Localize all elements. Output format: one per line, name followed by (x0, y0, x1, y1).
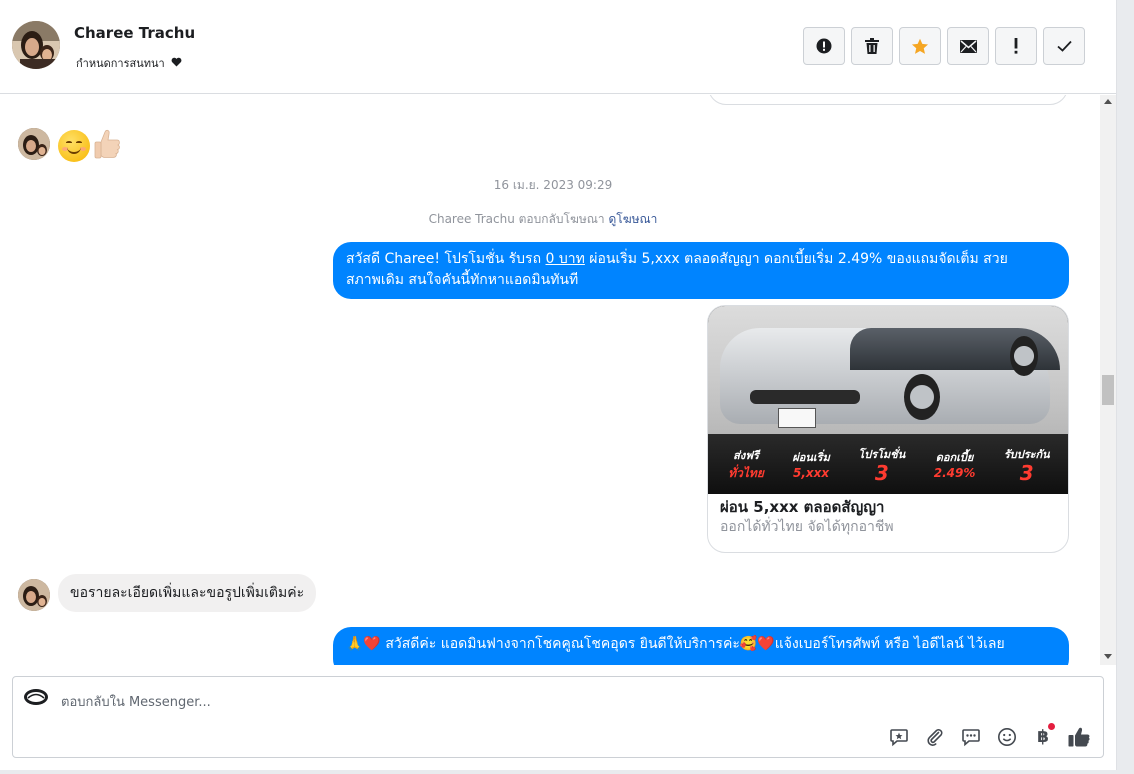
smile-emoji-icon (58, 130, 90, 162)
promo-item: รับประกัน 3 (1004, 445, 1050, 483)
reply-input[interactable]: ตอบกลับใน Messenger... (61, 691, 211, 712)
page-logo (23, 687, 49, 707)
like-icon[interactable] (1067, 725, 1091, 749)
trash-icon (865, 38, 879, 54)
alert-circle-icon (816, 38, 832, 54)
composer-tools: ฿ (887, 723, 1091, 749)
promo-value: 2.49% (933, 466, 976, 480)
emoji-icon[interactable] (995, 725, 1019, 749)
thumbs-up-emoji-icon (92, 128, 122, 164)
quick-reply-icon[interactable] (959, 725, 983, 749)
message-underlined-text: 0 บาท (545, 251, 585, 267)
contact-avatar-small (18, 128, 50, 160)
promo-value: 5,xxx (793, 466, 830, 480)
header-actions (803, 27, 1085, 65)
incoming-message: ขอรายละเอียดเพิ่มและขอรูปเพิ่มเติมค่ะ (58, 574, 317, 612)
saved-reply-icon[interactable] (887, 725, 911, 749)
assign-label: กำหนดการสนทนา (76, 57, 165, 70)
baht-symbol: ฿ (1037, 727, 1049, 747)
promo-value: ทั่วไทย (728, 465, 764, 480)
message-text: ผ่อนเริ่ม 5,xxx ตลอดสัญญา ดอกเบี้ยเริ่ม … (584, 251, 1008, 267)
ad-image: ส่งฟรี ทั่วไทย ผ่อนเริ่ม 5,xxx โปรโมชั่น… (708, 306, 1068, 494)
exclamation-icon (1014, 38, 1018, 54)
conversation-header: Charee Trachu กำหนดการสนทนา (0, 0, 1116, 94)
promo-item: โปรโมชั่น 3 (858, 445, 905, 483)
assign-conversation-dropdown[interactable]: กำหนดการสนทนา (76, 54, 182, 72)
contact-avatar-small (18, 579, 50, 611)
message-timestamp: 16 เม.ย. 2023 09:29 (493, 178, 613, 192)
delete-button[interactable] (851, 27, 893, 65)
promo-item: ผ่อนเริ่ม 5,xxx (792, 448, 830, 480)
outgoing-message: 🙏❤️ สวัสดีค่ะ แอดมินฟางจากโชคคูณโชคอุดร … (333, 627, 1069, 665)
done-button[interactable] (1043, 27, 1085, 65)
message-text: สวัสดี Charee! โปรโมชั่น รับรถ (346, 251, 546, 267)
attach-icon[interactable] (923, 725, 947, 749)
window-bottom-edge (0, 770, 1134, 774)
previous-ad-card (708, 95, 1068, 105)
emoji-message (58, 128, 122, 164)
message-text: สภาพเดิม สนใจคันนี้ทักหาแอดมินทันที (346, 272, 579, 288)
scroll-down-arrow-icon[interactable] (1104, 654, 1112, 659)
contact-avatar[interactable] (12, 21, 60, 69)
promo-item: ส่งฟรี ทั่วไทย (728, 446, 764, 483)
star-icon (911, 38, 929, 55)
view-ad-link[interactable]: ดูโฆษณา (608, 212, 657, 226)
heart-icon (171, 57, 182, 70)
message-thread[interactable]: 16 เม.ย. 2023 09:29 Charee Trachu ตอบกลั… (0, 95, 1100, 665)
star-button[interactable] (899, 27, 941, 65)
scroll-thumb[interactable] (1102, 375, 1114, 405)
promo-value: 3 (874, 461, 889, 485)
car-photo (708, 306, 1068, 434)
promo-label: ส่งฟรี (733, 448, 759, 462)
promo-item: ดอกเบี้ย 2.49% (934, 448, 976, 480)
message-composer[interactable]: ตอบกลับใน Messenger... ฿ (12, 676, 1104, 758)
contact-name[interactable]: Charee Trachu (74, 24, 195, 42)
notification-dot (1048, 723, 1055, 730)
ad-card[interactable]: ส่งฟรี ทั่วไทย ผ่อนเริ่ม 5,xxx โปรโมชั่น… (707, 305, 1069, 553)
outgoing-message: สวัสดี Charee! โปรโมชั่น รับรถ 0 บาท ผ่อ… (333, 242, 1069, 299)
spam-button[interactable] (803, 27, 845, 65)
promo-label: ดอกเบี้ย (935, 451, 974, 464)
check-icon (1056, 40, 1072, 52)
payment-icon[interactable]: ฿ (1031, 723, 1055, 749)
ad-reply-text: Charee Trachu ตอบกลับโฆษณา (428, 212, 605, 226)
promo-value: 3 (1019, 461, 1034, 485)
scroll-up-arrow-icon[interactable] (1104, 99, 1112, 104)
window-edge (1116, 0, 1134, 774)
mark-unread-button[interactable] (947, 27, 989, 65)
follow-up-button[interactable] (995, 27, 1037, 65)
ad-subtitle: ออกได้ทั่วไทย จัดได้ทุกอาชีพ (720, 519, 894, 535)
envelope-icon (959, 39, 977, 53)
thread-scrollbar[interactable] (1100, 95, 1116, 665)
ad-promo-strip: ส่งฟรี ทั่วไทย ผ่อนเริ่ม 5,xxx โปรโมชั่น… (708, 434, 1068, 494)
ad-reply-note: Charee Trachu ตอบกลับโฆษณา ดูโฆษณา (0, 210, 1086, 229)
promo-label: ผ่อนเริ่ม (792, 451, 830, 464)
